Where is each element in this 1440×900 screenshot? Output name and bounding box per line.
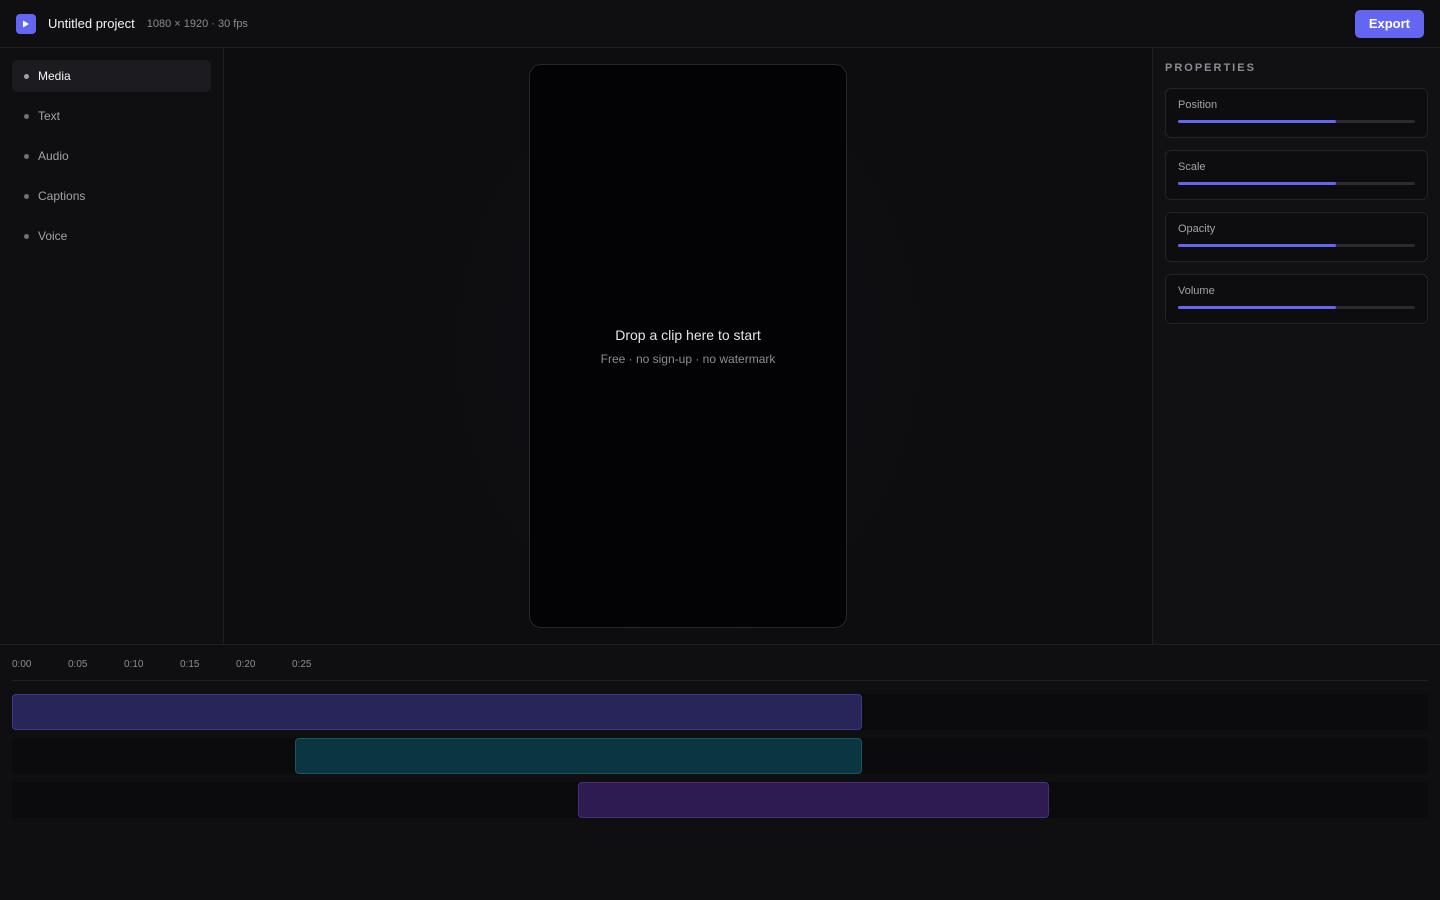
video-clip[interactable] [12,694,863,730]
property-volume: Volume [1165,274,1428,324]
bullet-icon [24,193,29,199]
drop-zone[interactable]: Drop a clip here to start Free · no sign… [529,64,847,628]
properties-title: PROPERTIES [1165,62,1256,74]
property-opacity: Opacity [1165,212,1428,262]
sidebar-item-label: Audio [38,149,69,163]
project-title[interactable]: Untitled project [48,16,135,31]
sidebar-item-captions[interactable]: Captions [12,180,211,212]
sidebar-item-voice[interactable]: Voice [12,220,211,252]
property-position: Position [1165,88,1428,138]
timeline-track-3 [12,782,1428,818]
ruler-tick: 0:25 [292,659,312,670]
ruler-tick: 0:05 [68,659,88,670]
timeline: 0:00 0:05 0:10 0:15 0:20 0:25 [0,644,1440,900]
left-sidebar: Media Text Audio Captions Voice [0,48,224,644]
slider-fill [1178,244,1337,247]
property-label: Position [1178,99,1218,111]
timeline-track-2 [12,738,1428,774]
ruler-tick: 0:20 [236,659,256,670]
property-label: Opacity [1178,223,1216,235]
scale-slider[interactable] [1178,182,1415,185]
sidebar-item-text[interactable]: Text [12,100,211,132]
sidebar-item-label: Text [38,109,61,123]
property-label: Scale [1178,161,1206,173]
play-icon [16,13,36,34]
slider-fill [1178,120,1337,123]
sidebar-item-label: Captions [38,189,86,203]
bullet-icon [24,113,29,119]
project-meta: 1080 × 1920 · 30 fps [146,17,248,30]
text-clip[interactable] [295,738,863,774]
property-label: Volume [1178,285,1215,297]
property-scale: Scale [1165,150,1428,200]
sidebar-item-label: Voice [38,229,68,243]
slider-fill [1178,306,1337,309]
bullet-icon [24,233,29,239]
drop-title: Drop a clip here to start [615,326,761,343]
top-bar: Untitled project 1080 × 1920 · 30 fps Ex… [0,0,1440,48]
export-button[interactable]: Export [1354,9,1424,38]
opacity-slider[interactable] [1178,244,1415,247]
editor-app: Untitled project 1080 × 1920 · 30 fps Ex… [0,0,1440,900]
slider-fill [1178,182,1337,185]
timeline-track-1 [12,694,1428,730]
ruler-tick: 0:10 [124,659,144,670]
timeline-ruler[interactable]: 0:00 0:05 0:10 0:15 0:20 0:25 [12,645,1428,681]
bullet-icon [24,153,29,159]
sidebar-item-audio[interactable]: Audio [12,140,211,172]
volume-slider[interactable] [1178,306,1415,309]
drop-subtitle: Free · no sign-up · no watermark [600,351,776,366]
ruler-tick: 0:15 [180,659,200,670]
position-slider[interactable] [1178,120,1415,123]
sidebar-item-media[interactable]: Media [12,60,211,92]
properties-panel: PROPERTIES Position Scale Opacity Volume [1152,48,1440,644]
preview-stage: Drop a clip here to start Free · no sign… [224,48,1152,644]
audio-clip[interactable] [577,782,1050,818]
bullet-icon [24,73,29,79]
ruler-tick: 0:00 [12,659,32,670]
sidebar-item-label: Media [38,69,71,83]
